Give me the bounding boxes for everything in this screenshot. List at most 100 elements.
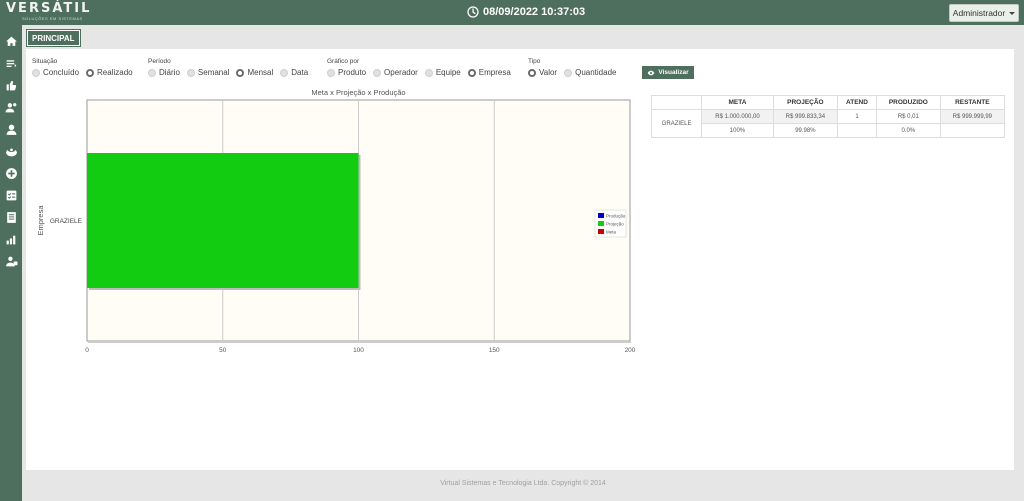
user-menu-button[interactable]: Administrador [949, 4, 1019, 22]
radio-label: Data [291, 68, 309, 77]
radio-mensal[interactable]: Mensal [236, 68, 273, 77]
radio-label: Operador [384, 68, 418, 77]
radio-equipe[interactable]: Equipe [424, 68, 461, 77]
thumbs-up-icon[interactable] [0, 74, 22, 96]
radio-quantidade[interactable]: Quantidade [564, 68, 616, 77]
radio-indicator[interactable] [424, 68, 433, 77]
legend-label: Produção [606, 214, 626, 219]
y-axis-label: Empresa [36, 205, 45, 236]
users-icon[interactable] [0, 250, 22, 272]
radio-label: Mensal [247, 68, 274, 77]
table-cell: R$ 999.833,34 [772, 109, 839, 124]
x-tick-label: 50 [219, 347, 227, 354]
radio-label: Empresa [478, 68, 511, 77]
filter-title: Gráfico por [327, 58, 360, 65]
table-header [650, 95, 703, 110]
table-cell: 100% [701, 123, 774, 138]
radio-label: Valor [539, 68, 558, 77]
bar-chart-icon[interactable] [0, 228, 22, 250]
sidebar [0, 25, 22, 501]
user-icon[interactable] [0, 118, 22, 140]
radio-valor[interactable]: Valor [528, 68, 557, 77]
table-header: ATEND [837, 95, 877, 110]
top-bar: VERSÁTIL SOLUÇÕES EM SISTEMAS 08/09/2022… [0, 0, 1024, 25]
filter-grafico-por: Gráfico por Produto Operador Equipe Empr… [327, 58, 511, 77]
radio-data[interactable]: Data [280, 68, 308, 77]
legend-swatch [598, 213, 604, 218]
radio-indicator[interactable] [148, 68, 156, 77]
radio-indicator[interactable] [564, 68, 573, 77]
coins-icon[interactable] [0, 140, 22, 162]
footer-copyright: Virtual Sistemas e Tecnologia Ltda. Copy… [440, 480, 606, 487]
radio-indicator[interactable] [86, 68, 95, 77]
table-cell [837, 123, 877, 138]
eye-icon [648, 70, 655, 75]
visualizar-button[interactable]: Visualizar [642, 66, 694, 79]
table-cell: 0.0% [875, 123, 941, 138]
filter-tipo: Tipo Valor Quantidade [528, 58, 616, 77]
radio-indicator[interactable] [280, 68, 289, 77]
summary-table: META PROJEÇÃO ATEND PRODUZIDO RESTANTE G… [650, 95, 1006, 138]
radio-indicator[interactable] [186, 68, 195, 77]
checklist-icon[interactable] [0, 184, 22, 206]
filter-periodo: Período Diário Semanal Mensal Data [148, 58, 308, 77]
legend-swatch [598, 229, 604, 234]
radio-realizado[interactable]: Realizado [86, 68, 133, 77]
user-group-icon[interactable] [0, 96, 22, 118]
datetime-display: 08/09/2022 10:37:03 [467, 6, 585, 18]
radio-diario[interactable]: Diário [148, 68, 180, 77]
chevron-down-icon [1009, 11, 1016, 15]
plot-shadow [88, 341, 631, 343]
legend-swatch [598, 221, 604, 226]
x-tick-label: 150 [489, 347, 500, 354]
x-tick-label: 100 [353, 347, 364, 354]
table-cell: R$ 999.999,99 [939, 109, 1006, 124]
table-cell: 1 [837, 109, 877, 124]
home-icon[interactable] [0, 30, 22, 52]
chart: 0 50 100 150 200 Meta x Projeção x Produção Em… [30, 86, 640, 358]
table-row: 100% 99.98% 0.0% [652, 123, 1006, 138]
x-tick-label: 0 [85, 347, 89, 354]
radio-label: Concluído [43, 68, 80, 77]
logo: VERSÁTIL SOLUÇÕES EM SISTEMAS [6, 2, 91, 22]
radio-indicator[interactable] [467, 68, 476, 77]
radio-semanal[interactable]: Semanal [186, 68, 230, 77]
x-tick-label: 200 [625, 347, 636, 354]
y-tick-label: GRAZIELE [50, 218, 83, 225]
bar [87, 153, 359, 288]
page-title: PRINCIPAL [27, 30, 80, 46]
chart-title: Meta x Projeção x Produção [311, 88, 405, 97]
plus-circle-icon[interactable] [0, 162, 22, 184]
table-header-row: META PROJEÇÃO ATEND PRODUZIDO RESTANTE [650, 95, 1006, 110]
radio-label: Diário [159, 68, 180, 77]
table-header: META [701, 95, 774, 110]
legend-label: Projeção [606, 222, 624, 227]
user-menu-label: Administrador [952, 8, 1006, 18]
table-header: RESTANTE [939, 95, 1006, 110]
radio-label: Realizado [97, 68, 133, 77]
filter-title: Período [148, 58, 171, 65]
radio-operador[interactable]: Operador [373, 68, 418, 77]
table-cell [939, 123, 1006, 138]
filter-situacao: Situação Concluído Realizado [32, 58, 133, 77]
datetime-text: 08/09/2022 10:37:03 [483, 6, 586, 18]
table-header: PROJEÇÃO [772, 95, 839, 110]
visualizar-label: Visualizar [658, 69, 689, 76]
radio-produto[interactable]: Produto [327, 68, 366, 77]
radio-empresa[interactable]: Empresa [467, 68, 511, 77]
table-header: PRODUZIDO [875, 95, 941, 110]
radio-indicator[interactable] [32, 68, 40, 77]
radio-indicator[interactable] [236, 68, 245, 77]
list-icon[interactable] [0, 52, 22, 74]
radio-label: Quantidade [575, 68, 617, 77]
radio-indicator[interactable] [327, 68, 335, 77]
document-icon[interactable] [0, 206, 22, 228]
row-label: GRAZIELE [650, 109, 703, 138]
radio-indicator[interactable] [373, 68, 382, 77]
radio-label: Produto [338, 68, 367, 77]
radio-concluido[interactable]: Concluído [32, 68, 79, 77]
radio-label: Semanal [197, 68, 230, 77]
radio-indicator[interactable] [528, 68, 536, 77]
filter-title: Situação [32, 58, 58, 65]
table-cell: R$ 0,01 [875, 109, 941, 124]
